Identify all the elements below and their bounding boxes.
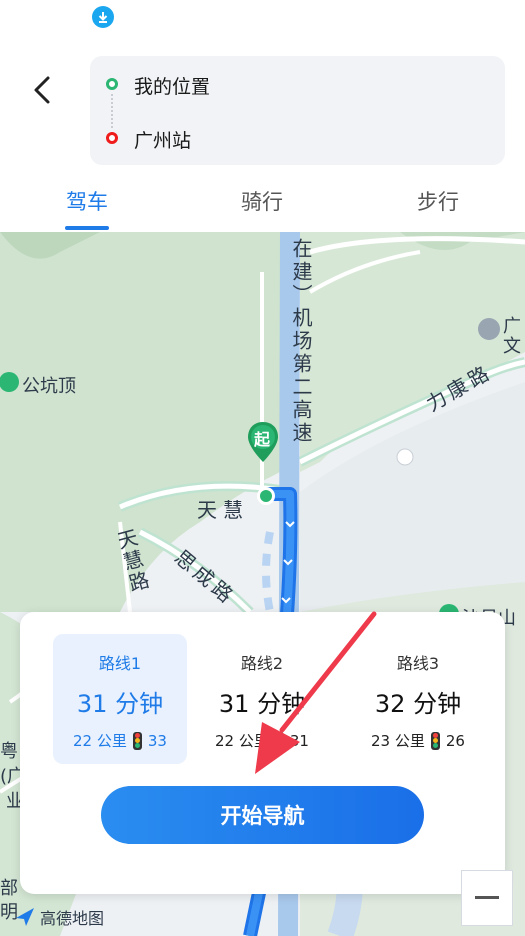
route-distance: 22 公里 (73, 732, 127, 750)
route-duration: 31 分钟 (76, 690, 164, 718)
route-lights: 31 (289, 731, 309, 750)
tab-driving[interactable]: 驾车 (47, 186, 127, 216)
navigation-arrow-icon (16, 908, 34, 926)
start-marker-icon: 起 (246, 420, 280, 464)
route-duration: 31 分钟 (218, 690, 306, 718)
route-name: 路线3 (396, 654, 440, 673)
map-poi-label: 粤 (0, 741, 18, 762)
route-distance: 22 公里 (215, 732, 269, 750)
traffic-light-icon (132, 731, 142, 750)
route-name: 路线1 (98, 654, 142, 673)
back-button[interactable] (22, 70, 62, 110)
route-planning-screen: 我的位置 广州站 驾车 骑行 步行 公坑顶 力康路 天慧 天慧路 思成路 在建）… (0, 0, 525, 936)
minus-icon (475, 896, 499, 899)
end-location-field[interactable]: 广州站 (134, 126, 191, 153)
route-options-card: 路线1 31 分钟 22 公里 33 路线2 31 分钟 22 公里 31 路线… (20, 612, 505, 894)
start-location-field[interactable]: 我的位置 (134, 72, 210, 99)
start-dot-icon (106, 78, 118, 90)
route-name: 路线2 (240, 654, 284, 673)
map-poi-label: 公坑顶 (22, 376, 76, 397)
map-road-label: 在建）机场第二高速 (289, 238, 313, 445)
tab-cycling[interactable]: 骑行 (222, 186, 302, 216)
route-connector (111, 94, 113, 128)
route-meta: 22 公里 31 (195, 730, 329, 751)
tab-walking[interactable]: 步行 (398, 186, 478, 216)
traffic-light-icon (430, 731, 440, 750)
zoom-out-button[interactable] (461, 870, 513, 926)
route-distance: 23 公里 (371, 732, 425, 750)
active-tab-indicator (65, 226, 109, 230)
transport-mode-tabs: 驾车 骑行 步行 (0, 178, 525, 232)
route-meta: 23 公里 26 (351, 730, 485, 751)
map-poi-label: 部 (0, 878, 18, 899)
map-poi-label: 文 (503, 336, 521, 357)
traffic-light-icon (274, 731, 284, 750)
route-option-1[interactable]: 路线1 31 分钟 22 公里 33 (53, 634, 187, 764)
logo-text: 高德地图 (40, 909, 105, 928)
route-lights: 33 (147, 731, 167, 750)
chevron-left-icon (34, 76, 50, 104)
start-navigation-button[interactable]: 开始导航 (101, 786, 424, 844)
route-meta: 22 公里 33 (53, 730, 187, 751)
start-marker-label: 起 (254, 430, 271, 449)
route-option-3[interactable]: 路线3 32 分钟 23 公里 26 (351, 634, 485, 764)
route-duration: 32 分钟 (374, 690, 462, 718)
end-dot-icon (106, 132, 118, 144)
download-icon[interactable] (92, 6, 114, 28)
amap-logo: 高德地图 (14, 905, 104, 929)
route-lights: 26 (445, 731, 465, 750)
route-option-2[interactable]: 路线2 31 分钟 22 公里 31 (195, 634, 329, 764)
map-road-label: 天慧 (197, 498, 249, 522)
